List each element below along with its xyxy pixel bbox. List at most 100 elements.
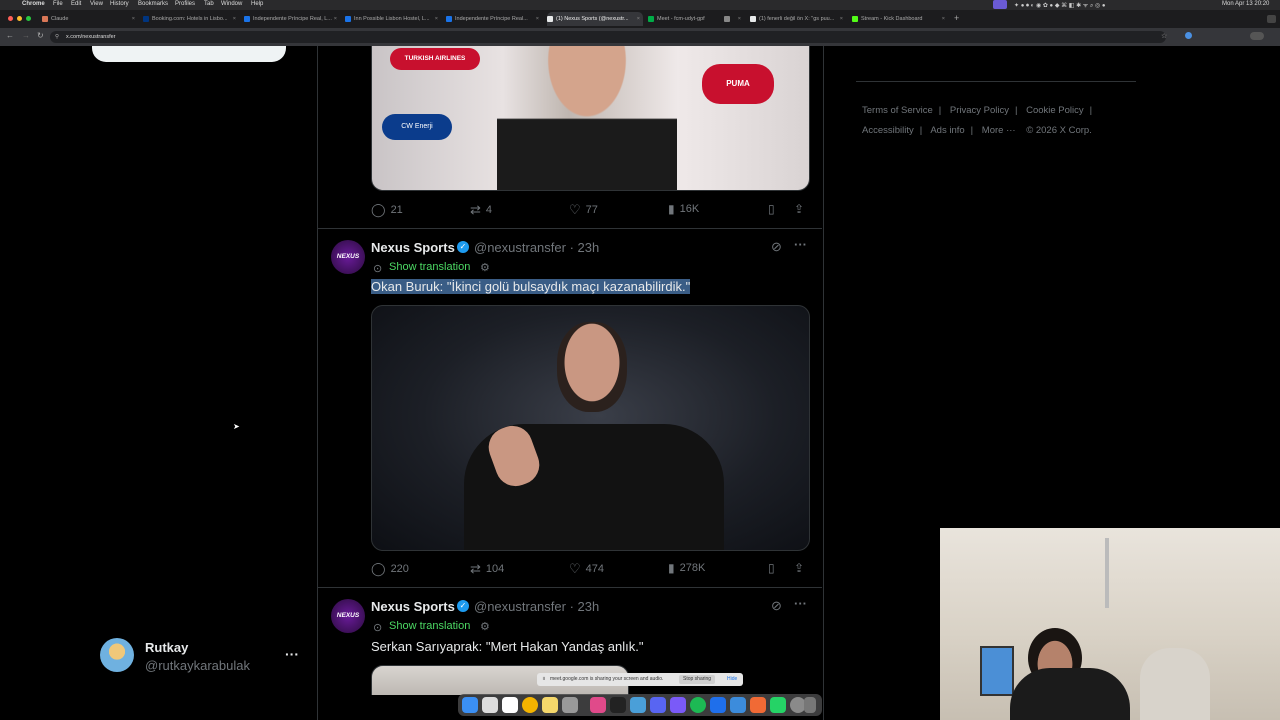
vscode-icon[interactable] xyxy=(730,697,746,713)
retweet-button[interactable]: ⇄ 104 xyxy=(470,561,504,577)
menu-tab[interactable]: Tab xyxy=(204,1,214,7)
browser-tab-pinned[interactable] xyxy=(724,12,744,26)
grok-icon[interactable]: ⊘ xyxy=(771,598,782,614)
more-link[interactable]: More ··· xyxy=(982,125,1016,136)
back-icon[interactable]: ← xyxy=(6,31,14,40)
reply-button[interactable]: ◯ 21 xyxy=(371,202,403,218)
close-tab-icon[interactable]: × xyxy=(637,12,640,26)
chrome-icon[interactable] xyxy=(522,697,538,713)
notes-icon[interactable] xyxy=(542,697,558,713)
discord-icon[interactable] xyxy=(650,697,666,713)
new-tab-icon[interactable]: + xyxy=(954,13,959,23)
browser-tab[interactable]: Claude × xyxy=(42,12,138,26)
browser-tab[interactable]: Booking.com: Hotels in Lisbo... × xyxy=(143,12,239,26)
show-translation-link[interactable]: Show translation xyxy=(389,620,470,632)
browser-tab[interactable]: Independente Príncipe Real, L... × xyxy=(244,12,340,26)
menu-view[interactable]: View xyxy=(90,1,103,7)
bookmark-icon: ▯ xyxy=(768,202,775,216)
close-tab-icon[interactable]: × xyxy=(840,12,843,26)
close-window-icon[interactable] xyxy=(8,16,13,21)
address-bar[interactable]: ⚲ x.com/nexustransfer xyxy=(50,31,1166,43)
like-button[interactable]: ♡ 474 xyxy=(569,561,604,577)
menu-edit[interactable]: Edit xyxy=(71,1,81,7)
app-icon[interactable] xyxy=(750,697,766,713)
tweet-media-image[interactable] xyxy=(371,305,810,551)
menu-app-name[interactable]: Chrome xyxy=(22,1,45,7)
minimize-window-icon[interactable] xyxy=(17,16,22,21)
site-info-icon[interactable]: ⚲ xyxy=(55,31,59,43)
menu-window[interactable]: Window xyxy=(221,1,242,7)
more-options-icon[interactable]: ··· xyxy=(794,237,807,252)
gear-icon[interactable]: ⚙ xyxy=(480,620,490,633)
tweet-author-name[interactable]: Nexus Sports xyxy=(371,599,455,614)
spotify-icon[interactable] xyxy=(690,697,706,713)
app-icon[interactable] xyxy=(630,697,646,713)
finder-icon[interactable] xyxy=(462,697,478,713)
menu-file[interactable]: File xyxy=(53,1,63,7)
share-button[interactable]: ⇪ xyxy=(794,202,804,216)
ads-info-link[interactable]: Ads info xyxy=(930,125,964,136)
menu-help[interactable]: Help xyxy=(251,1,263,7)
retweet-button[interactable]: ⇄ 4 xyxy=(470,202,492,218)
close-tab-icon[interactable]: × xyxy=(536,12,539,26)
profile-avatar-icon[interactable] xyxy=(1250,32,1264,40)
browser-tab[interactable]: Inn Possible Lisbon Hostel, L... × xyxy=(345,12,441,26)
more-options-icon[interactable]: ··· xyxy=(794,596,807,611)
menu-history[interactable]: History xyxy=(110,1,129,7)
like-button[interactable]: ♡ 77 xyxy=(569,202,598,218)
browser-tab[interactable]: Stream - Kick Dashboard × xyxy=(852,12,948,26)
jetbrains-icon[interactable] xyxy=(590,697,606,713)
tweet[interactable]: NEXUS Nexus Sports ✓ @nexustransfer · 23… xyxy=(318,229,822,587)
browser-tab[interactable]: Independente Príncipe Real... × xyxy=(446,12,542,26)
screen-share-status-icon[interactable] xyxy=(993,0,1007,9)
accessibility-link[interactable]: Accessibility xyxy=(862,125,914,136)
reply-button[interactable]: ◯ 220 xyxy=(371,561,409,577)
tweet-author-handle[interactable]: @nexustransfer · 23h xyxy=(474,240,599,255)
whatsapp-icon[interactable] xyxy=(770,697,786,713)
show-translation-link[interactable]: Show translation xyxy=(389,261,470,273)
cookie-link[interactable]: Cookie Policy xyxy=(1026,105,1084,116)
trash-icon[interactable] xyxy=(804,697,816,713)
close-tab-icon[interactable]: × xyxy=(334,12,337,26)
app-icon[interactable] xyxy=(670,697,686,713)
hide-share-bar-button[interactable]: Hide xyxy=(727,673,737,686)
terminal-icon[interactable] xyxy=(610,697,626,713)
tweet-media-image[interactable]: TURKISH AIRLINES CW Enerji PUMA xyxy=(371,46,810,191)
close-tab-icon[interactable]: × xyxy=(233,12,236,26)
calendar-icon[interactable] xyxy=(502,697,518,713)
more-options-icon[interactable]: ··· xyxy=(285,646,299,662)
post-button[interactable] xyxy=(92,46,286,62)
views-button[interactable]: ▮ 278K xyxy=(668,561,705,575)
forward-icon[interactable]: → xyxy=(22,31,30,40)
settings-icon[interactable] xyxy=(562,697,578,713)
tweet-author-handle[interactable]: @nexustransfer · 23h xyxy=(474,599,599,614)
retweet-count: 104 xyxy=(485,563,505,575)
gear-icon[interactable]: ⚙ xyxy=(480,261,490,274)
tab-search-icon[interactable] xyxy=(1267,15,1276,23)
bookmark-button[interactable]: ▯ xyxy=(768,202,775,216)
tweet-author-name[interactable]: Nexus Sports xyxy=(371,240,455,255)
account-switcher[interactable]: Rutkay @rutkaykarabulak ··· xyxy=(100,638,300,674)
bookmark-star-icon[interactable]: ☆ xyxy=(1161,32,1167,40)
reload-icon[interactable]: ↻ xyxy=(37,31,44,40)
privacy-link[interactable]: Privacy Policy xyxy=(950,105,1009,116)
close-tab-icon[interactable]: × xyxy=(942,12,945,26)
close-tab-icon[interactable]: × xyxy=(132,12,135,26)
launchpad-icon[interactable] xyxy=(482,697,498,713)
maximize-window-icon[interactable] xyxy=(26,16,31,21)
xcode-icon[interactable] xyxy=(710,697,726,713)
stop-sharing-button[interactable]: Stop sharing xyxy=(679,675,716,684)
close-tab-icon[interactable]: × xyxy=(435,12,438,26)
browser-tab[interactable]: (1) fenerli değil ön X: "gs puu... × xyxy=(750,12,846,26)
browser-tab-active[interactable]: (1) Nexus Sports (@nexustr... × xyxy=(547,12,643,26)
menu-bookmarks[interactable]: Bookmarks xyxy=(138,1,168,7)
menu-profiles[interactable]: Profiles xyxy=(175,1,195,7)
avatar[interactable]: NEXUS xyxy=(331,240,365,274)
views-button[interactable]: ▮ 16K xyxy=(668,202,699,216)
grok-icon[interactable]: ⊘ xyxy=(771,239,782,255)
share-button[interactable]: ⇪ xyxy=(794,561,804,575)
extension-icon[interactable] xyxy=(1185,32,1192,39)
avatar[interactable]: NEXUS xyxy=(331,599,365,633)
terms-link[interactable]: Terms of Service xyxy=(862,105,933,116)
bookmark-button[interactable]: ▯ xyxy=(768,561,775,575)
